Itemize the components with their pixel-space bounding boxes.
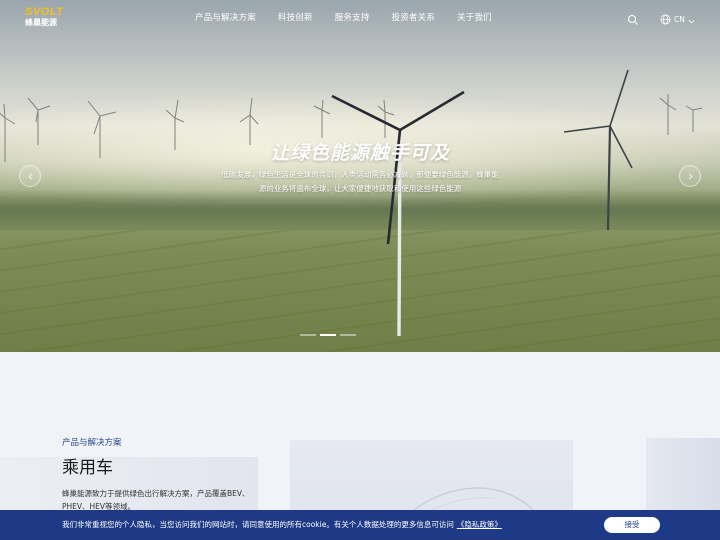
chevron-right-icon [688, 173, 692, 179]
nav-item-products[interactable]: 产品与解决方案 [195, 11, 256, 23]
nav-item-service[interactable]: 服务支持 [335, 11, 370, 23]
language-switcher[interactable]: CN [660, 10, 695, 29]
carousel-dot-3[interactable] [340, 334, 356, 336]
nav-item-technology[interactable]: 科技创新 [278, 11, 313, 23]
svg-text:SVOLT: SVOLT [25, 6, 64, 18]
carousel-dot-2[interactable] [320, 334, 336, 336]
search-icon[interactable] [627, 11, 639, 25]
carousel-prev-button[interactable] [19, 165, 41, 187]
carousel-next-button[interactable] [679, 165, 701, 187]
language-label: CN [674, 15, 685, 24]
main-nav: 产品与解决方案 科技创新 服务支持 投资者关系 关于我们 [195, 11, 514, 23]
cookie-accept-button[interactable]: 接受 [604, 517, 660, 533]
privacy-policy-link[interactable]: 《隐私政策》 [457, 520, 502, 529]
hero-description: 低碳发展，绿色生活是全球的共识，人类活动需务必减碳，那便要绿色能源。蜂巢能源的业… [221, 170, 499, 193]
cookie-consent-bar: 我们非常重视您的个人隐私，当您访问我们的网站时，请同意使用的所有cookie。有… [0, 510, 720, 540]
section-category[interactable]: 产品与解决方案 [62, 436, 122, 448]
svolt-logo[interactable]: SVOLT 蜂巢能源 [24, 5, 84, 27]
chevron-down-icon [688, 10, 695, 29]
nav-item-investors[interactable]: 投资者关系 [392, 11, 436, 23]
svolt-logo-image: SVOLT 蜂巢能源 [25, 6, 64, 27]
cookie-message: 我们非常重视您的个人隐私，当您访问我们的网站时，请同意使用的所有cookie。有… [62, 519, 502, 530]
site-header: SVOLT 蜂巢能源 产品与解决方案 科技创新 服务支持 投资者关系 关于我们 … [0, 0, 720, 34]
cookie-text: 我们非常重视您的个人隐私，当您访问我们的网站时，请同意使用的所有cookie。有… [62, 520, 454, 529]
svg-text:蜂巢能源: 蜂巢能源 [25, 17, 57, 27]
globe-icon [660, 10, 671, 29]
nav-item-about[interactable]: 关于我们 [457, 11, 492, 23]
carousel-dots [300, 334, 360, 336]
chevron-left-icon [28, 173, 32, 179]
section-title: 乘用车 [62, 458, 113, 478]
carousel-dot-1[interactable] [300, 334, 316, 336]
hero-slogan: 让绿色能源触手可及 [269, 142, 450, 164]
